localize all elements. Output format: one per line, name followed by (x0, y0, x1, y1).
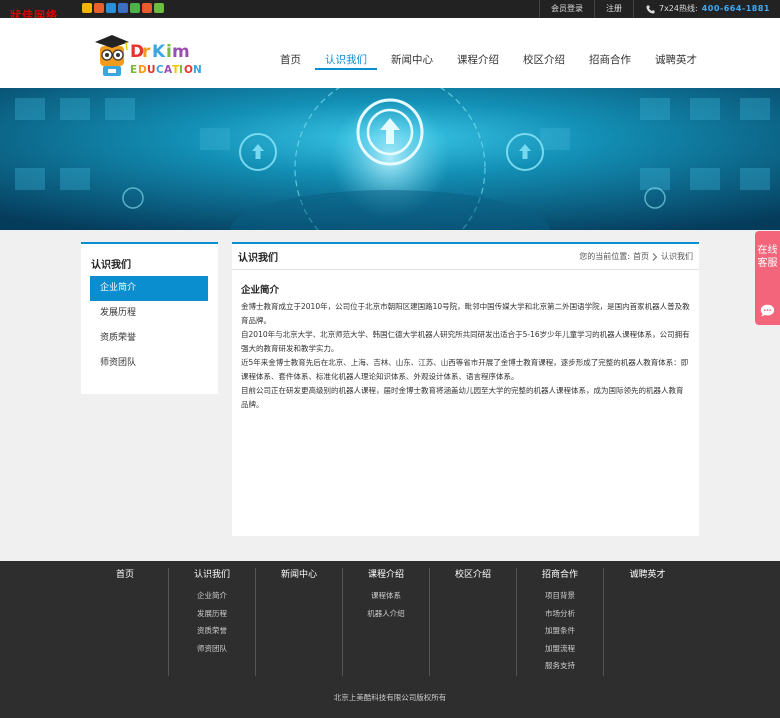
register-link[interactable]: 注册 (593, 0, 633, 18)
paragraph: 自2010年与北京大学、北京师范大学、韩国仁德大学机器人研究所共同研发出适合于5… (241, 330, 690, 353)
section-title: 企业简介 (241, 285, 280, 296)
content-title: 认识我们 (238, 253, 278, 264)
share-renren-icon[interactable] (118, 3, 128, 13)
breadcrumb: 您的当前位置: 首页 认识我们 (579, 251, 693, 262)
nav-item-franchise[interactable]: 招商合作 (579, 52, 641, 70)
content-header: 认识我们 您的当前位置: 首页 认识我们 (232, 244, 699, 270)
share-qzone-icon[interactable] (82, 3, 92, 13)
breadcrumb-prefix: 您的当前位置: (579, 252, 630, 261)
nav-item-campus[interactable]: 校区介绍 (513, 52, 575, 70)
footer-column-title[interactable]: 诚聘英才 (604, 568, 691, 587)
footer-link[interactable]: 市场分析 (517, 605, 603, 623)
svg-text:D: D (138, 64, 147, 76)
svg-text:U: U (147, 64, 156, 76)
share-tencent-icon[interactable] (106, 3, 116, 13)
share-icons (82, 3, 164, 13)
share-weibo-icon[interactable] (142, 3, 152, 13)
login-link[interactable]: 会员登录 (538, 0, 594, 18)
sidebar-item-company-profile[interactable]: 企业简介 (90, 276, 208, 301)
svg-text:N: N (193, 64, 202, 76)
footer-column-home: 首页 (82, 568, 169, 676)
footer-column-title[interactable]: 首页 (82, 568, 168, 587)
footer-column-title[interactable]: 招商合作 (517, 568, 603, 587)
top-bar: 狀佳网络 会员登录 注册 7x24热线: 400-664-1881 (0, 0, 780, 22)
breadcrumb-home[interactable]: 首页 (633, 251, 649, 262)
drkim-education-logo[interactable]: D r K i m E D U C A T I O N (92, 26, 214, 82)
nav-item-courses[interactable]: 课程介绍 (447, 52, 509, 70)
footer-column-campus: 校区介绍 (430, 568, 517, 676)
svg-text:K: K (152, 42, 166, 62)
footer-column-franchise: 招商合作 项目背景 市场分析 加盟条件 加盟流程 服务支持 (517, 568, 604, 676)
svg-text:O: O (184, 64, 193, 76)
sidebar-item-honors[interactable]: 资质荣誉 (90, 326, 208, 351)
svg-text:C: C (156, 64, 164, 76)
svg-text:m: m (172, 42, 190, 62)
paragraph: 近5年来金博士教育先后在北京、上海、吉林、山东、江苏、山西等省市开展了金博士教育… (241, 358, 689, 381)
site-footer: 首页 认识我们 企业简介 发展历程 资质荣誉 师资团队 新闻中心 课程介绍 课程… (0, 561, 780, 718)
footer-link[interactable]: 加盟条件 (517, 622, 603, 640)
paragraph: 目前公司正在研发更高级别的机器人课程，届时金博士教育将涵盖幼儿园至大学的完整的机… (241, 386, 684, 409)
online-service-button[interactable]: 在线客服 (755, 231, 780, 325)
svg-text:r: r (142, 42, 151, 62)
footer-link[interactable]: 课程体系 (343, 587, 429, 605)
svg-text:I: I (179, 64, 183, 76)
chat-bubble-icon (760, 304, 775, 317)
breadcrumb-current[interactable]: 认识我们 (661, 251, 693, 262)
footer-link[interactable]: 加盟流程 (517, 640, 603, 658)
footer-column-title[interactable]: 认识我们 (169, 568, 255, 587)
footer-column-title[interactable]: 课程介绍 (343, 568, 429, 587)
footer-column-courses: 课程介绍 课程体系 机器人介绍 (343, 568, 430, 676)
footer-link[interactable]: 服务支持 (517, 657, 603, 675)
share-rss-icon[interactable] (94, 3, 104, 13)
footer-column-about: 认识我们 企业简介 发展历程 资质荣誉 师资团队 (169, 568, 256, 676)
hotline: 7x24热线: 400-664-1881 (632, 0, 780, 18)
svg-text:E: E (130, 64, 137, 76)
main-nav: 首页 认识我们 新闻中心 课程介绍 校区介绍 招商合作 诚聘英才 (270, 52, 711, 70)
tech-banner-image (0, 88, 780, 230)
footer-link[interactable]: 项目背景 (517, 587, 603, 605)
share-wechat-icon[interactable] (130, 3, 140, 13)
sidebar-item-faculty[interactable]: 师资团队 (90, 351, 208, 376)
footer-column-news: 新闻中心 (256, 568, 343, 676)
footer-link[interactable]: 发展历程 (169, 605, 255, 623)
copyright-text: 北京上美酷科技有限公司版权所有 (333, 693, 447, 702)
nav-item-about[interactable]: 认识我们 (315, 52, 377, 70)
nav-item-news[interactable]: 新闻中心 (381, 52, 443, 70)
footer-column-careers: 诚聘英才 (604, 568, 691, 676)
main-content: 认识我们 您的当前位置: 首页 认识我们 企业简介 金博士教育成立于2010年，… (232, 242, 699, 536)
phone-icon (646, 4, 655, 14)
footer-link[interactable]: 师资团队 (169, 640, 255, 658)
chevron-right-icon (652, 252, 658, 261)
hotline-label: 7x24热线: (658, 4, 698, 13)
site-header: D r K i m E D U C A T I O N 首页 认识我们 新闻中心… (0, 18, 780, 88)
nav-item-careers[interactable]: 诚聘英才 (645, 52, 707, 70)
footer-column-title[interactable]: 校区介绍 (430, 568, 516, 587)
svg-text:i: i (166, 42, 172, 62)
footer-columns: 首页 认识我们 企业简介 发展历程 资质荣誉 师资团队 新闻中心 课程介绍 课程… (82, 568, 691, 676)
hotline-number: 400-664-1881 (701, 4, 770, 13)
footer-link[interactable]: 资质荣誉 (169, 622, 255, 640)
about-sidebar: 认识我们 企业简介 发展历程 资质荣誉 师资团队 (81, 242, 218, 394)
footer-link[interactable]: 机器人介绍 (343, 605, 429, 623)
content-body: 企业简介 金博士教育成立于2010年，公司位于北京市朝阳区建国路10号院，毗邻中… (232, 270, 699, 412)
nav-item-home[interactable]: 首页 (270, 52, 311, 70)
paragraph: 金博士教育成立于2010年，公司位于北京市朝阳区建国路10号院，毗邻中国传媒大学… (241, 302, 690, 325)
share-more-icon[interactable] (154, 3, 164, 13)
footer-column-title[interactable]: 新闻中心 (256, 568, 342, 587)
online-service-label: 在线客服 (757, 245, 778, 269)
footer-link[interactable]: 企业简介 (169, 587, 255, 605)
sidebar-title: 认识我们 (91, 260, 131, 271)
sidebar-item-history[interactable]: 发展历程 (90, 301, 208, 326)
